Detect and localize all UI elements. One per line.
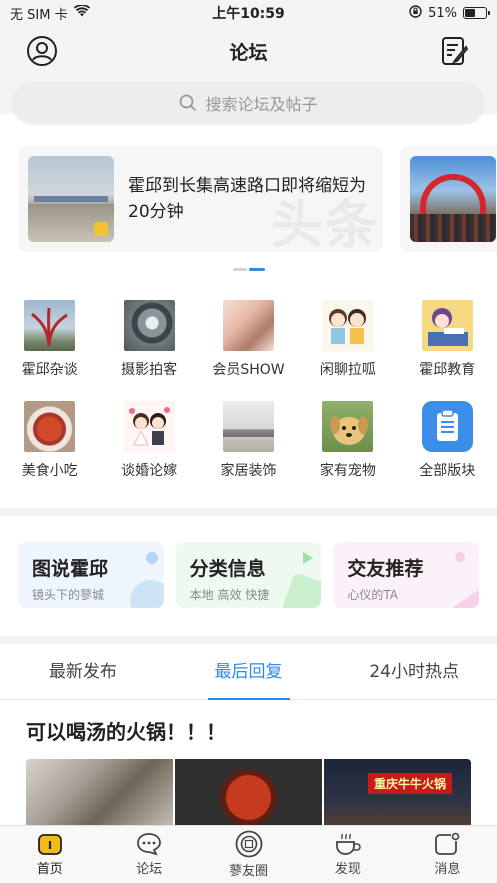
- category-education[interactable]: 霍邱教育: [398, 300, 497, 379]
- tabbar-home[interactable]: 首页: [0, 826, 99, 883]
- chat-bubble-icon: [137, 833, 162, 856]
- tab-last-reply[interactable]: 最后回复: [166, 644, 332, 700]
- pagination-dot-active: [248, 268, 265, 271]
- banner-thumbnail-next: [410, 156, 496, 242]
- food-bowl-photo: [24, 401, 76, 452]
- page-title: 论坛: [229, 41, 268, 64]
- tabbar-label: 发现: [334, 862, 361, 877]
- feature-title: 分类信息: [189, 558, 266, 580]
- category-label: 家有宠物: [319, 463, 376, 479]
- category-home-decor[interactable]: 家居装饰: [199, 401, 298, 480]
- tabbar-label: 论坛: [136, 862, 163, 877]
- feature-row: 图说霍邱 镜头下的蓼城 分类信息 本地 高效 快捷 交友推荐 心仪的TA: [0, 542, 497, 608]
- tabbar-messages[interactable]: 消息: [398, 826, 497, 883]
- tabbar-discover[interactable]: 发现: [298, 826, 397, 883]
- banner-thumbnail: [28, 156, 114, 242]
- tabbar-label: 首页: [36, 862, 63, 877]
- feature-title: 图说霍邱: [32, 558, 109, 580]
- category-member-show[interactable]: 会员SHOW: [199, 300, 298, 379]
- profile-button[interactable]: [26, 35, 58, 67]
- camera-lens-photo: [123, 300, 175, 351]
- banner-title: 霍邱到长集高速路口即将缩短为20分钟: [128, 176, 366, 222]
- pagination-dot: [232, 268, 247, 271]
- category-label: 美食小吃: [21, 463, 78, 479]
- category-label: 家居装饰: [220, 463, 277, 479]
- category-label: 会员SHOW: [212, 362, 285, 378]
- search-input[interactable]: 搜索论坛及帖子: [12, 82, 485, 124]
- section-divider: [0, 508, 497, 516]
- edit-note-icon: [441, 37, 469, 65]
- category-all-boards[interactable]: 全部版块: [398, 401, 497, 480]
- feature-title: 交友推荐: [347, 558, 424, 580]
- category-label: 全部版块: [419, 463, 476, 479]
- sculpture-photo: [24, 300, 76, 351]
- category-food[interactable]: 美食小吃: [0, 401, 99, 480]
- feature-classifieds[interactable]: 分类信息 本地 高效 快捷: [175, 542, 322, 608]
- user-icon: [27, 36, 57, 66]
- banner-pagination: [0, 268, 497, 271]
- nav-bar: 论坛: [0, 26, 497, 76]
- home-icon: [37, 834, 62, 855]
- orientation-lock-icon: [409, 4, 422, 22]
- carrier-label: 无 SIM 卡: [10, 7, 68, 23]
- category-huoqiu-chat[interactable]: 霍邱杂谈: [0, 300, 99, 379]
- post-tabs: 最新发布 最后回复 24小时热点: [0, 644, 497, 700]
- category-marriage[interactable]: 谈婚论嫁: [99, 401, 198, 480]
- tabbar-friends-circle[interactable]: 蓼友圈: [199, 826, 298, 883]
- portrait-photo: [222, 300, 274, 351]
- category-grid: 霍邱杂谈 摄影拍客 会员SHOW 闲聊拉呱 霍邱教育 美食小吃 谈婚论嫁 家居装…: [0, 300, 497, 480]
- tab-latest[interactable]: 最新发布: [0, 644, 166, 700]
- post-images: 重庆牛牛火锅: [26, 759, 471, 829]
- banner-card[interactable]: 头条 霍邱到长集高速路口即将缩短为20分钟: [18, 146, 383, 252]
- post-title: 可以喝汤的火锅！！！: [26, 720, 226, 744]
- category-label: 摄影拍客: [121, 362, 178, 378]
- compose-post-button[interactable]: [439, 35, 471, 67]
- status-right: 51%: [409, 4, 490, 22]
- category-label: 霍邱教育: [419, 362, 476, 378]
- category-pets[interactable]: 家有宠物: [298, 401, 397, 480]
- category-label: 闲聊拉呱: [319, 362, 376, 378]
- category-casual-chat[interactable]: 闲聊拉呱: [298, 300, 397, 379]
- clipboard-icon: [421, 401, 473, 452]
- status-bar: 无 SIM 卡 上午10:59 51%: [0, 0, 497, 26]
- circle-icon: [235, 830, 262, 858]
- cartoon-chat-photo: [322, 300, 374, 351]
- cartoon-study-photo: [421, 300, 473, 351]
- post-image[interactable]: [26, 759, 173, 829]
- message-icon: [435, 832, 460, 855]
- post-image[interactable]: [175, 759, 322, 829]
- category-label: 霍邱杂谈: [21, 362, 78, 378]
- toutiao-badge-icon: [94, 222, 108, 236]
- feature-photo-story[interactable]: 图说霍邱 镜头下的蓼城: [18, 542, 164, 608]
- search-icon: [180, 94, 197, 112]
- battery-percent: 51%: [428, 5, 457, 21]
- battery-icon: [463, 7, 490, 19]
- tabbar-label: 蓼友圈: [229, 864, 269, 879]
- post-image[interactable]: 重庆牛牛火锅: [324, 759, 471, 829]
- search-placeholder: 搜索论坛及帖子: [205, 95, 318, 114]
- bottom-tabbar: 首页 论坛 蓼友圈 发现 消息: [0, 825, 497, 883]
- wifi-icon: [73, 4, 90, 21]
- tabbar-label: 消息: [434, 862, 461, 877]
- battery-fill: [465, 9, 476, 17]
- category-photography[interactable]: 摄影拍客: [99, 300, 198, 379]
- tabbar-forum[interactable]: 论坛: [99, 826, 198, 883]
- coffee-cup-icon: [336, 833, 361, 855]
- banner-card-next[interactable]: [400, 146, 497, 252]
- puppy-photo: [322, 401, 374, 452]
- tab-24h-hot[interactable]: 24小时热点: [331, 644, 497, 700]
- status-left: 无 SIM 卡: [10, 4, 90, 23]
- feature-subtitle: 心仪的TA: [347, 588, 398, 602]
- feature-friend-recommend[interactable]: 交友推荐 心仪的TA: [333, 542, 480, 608]
- restaurant-sign: 重庆牛牛火锅: [368, 773, 453, 794]
- search-area: 搜索论坛及帖子: [0, 76, 497, 124]
- category-label: 谈婚论嫁: [121, 463, 178, 479]
- post-item[interactable]: 可以喝汤的火锅！！！ 重庆牛牛火锅: [0, 700, 497, 829]
- banner-carousel[interactable]: 头条 霍邱到长集高速路口即将缩短为20分钟: [0, 146, 497, 300]
- cartoon-couple-photo: [123, 401, 175, 452]
- living-room-photo: [222, 401, 274, 452]
